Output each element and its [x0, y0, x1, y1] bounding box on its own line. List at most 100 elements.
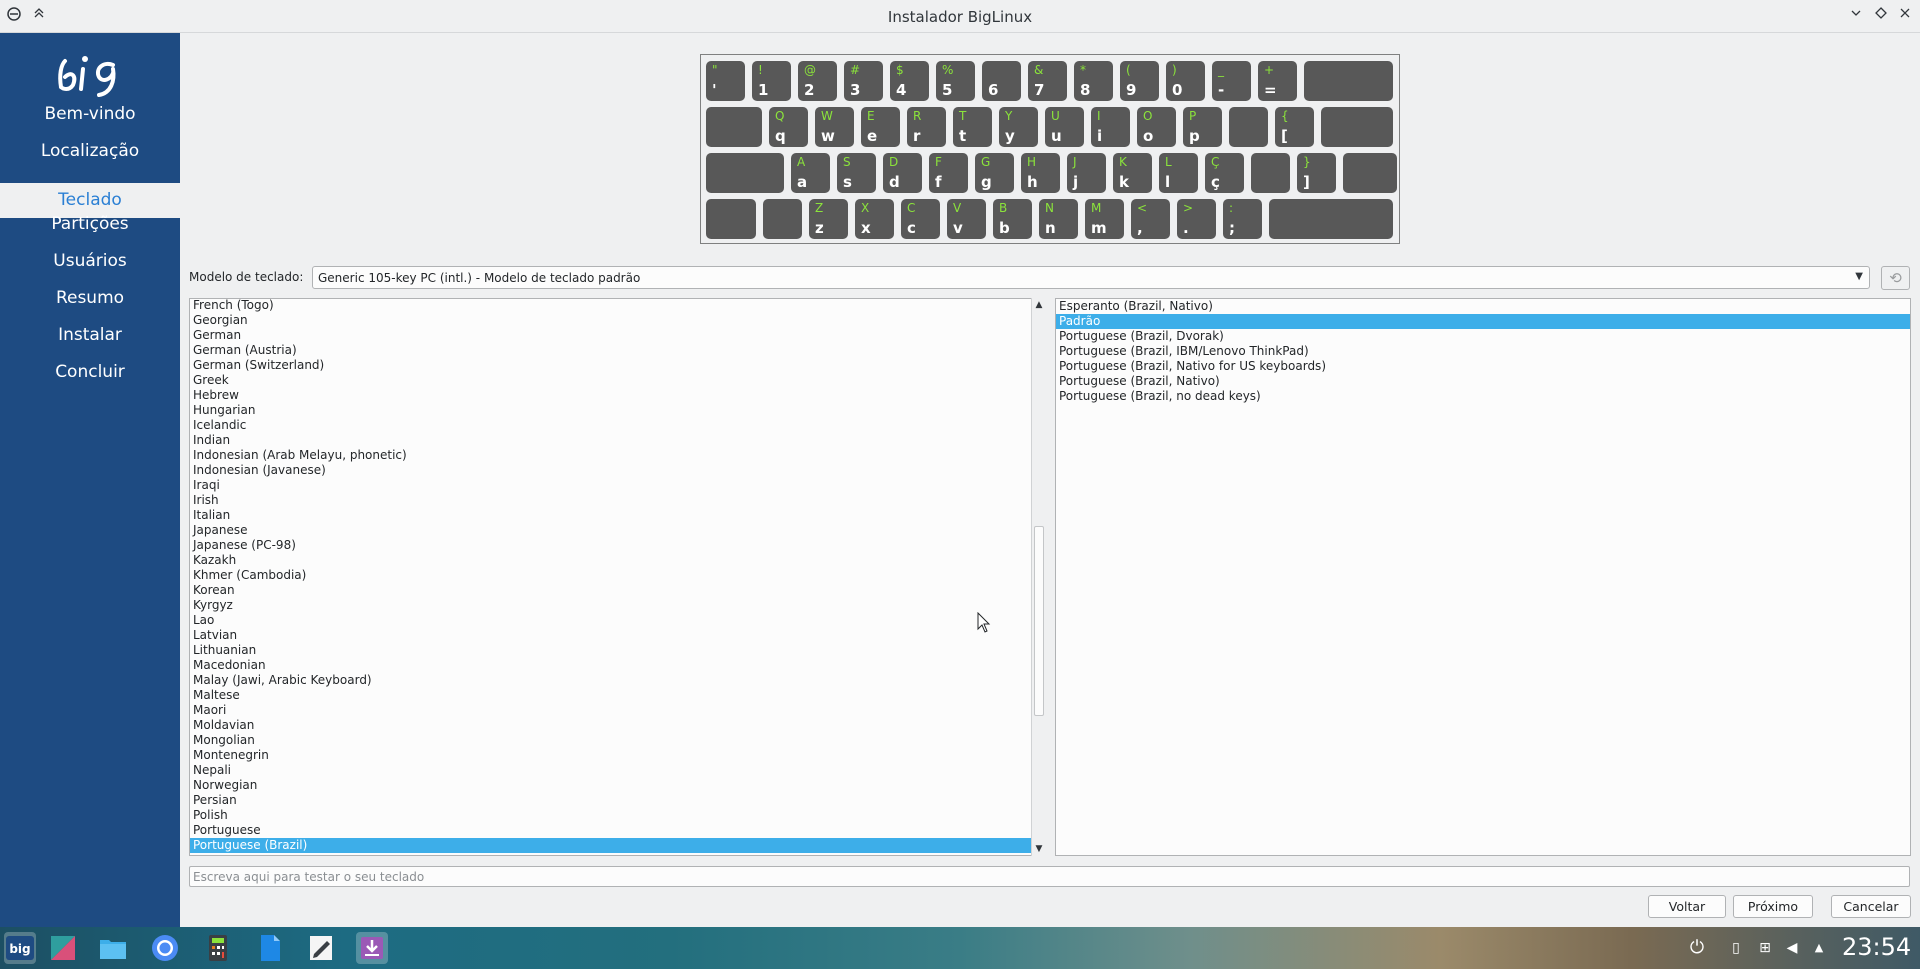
layout-list-item[interactable]: Lithuanian	[190, 643, 1044, 658]
layout-list-item[interactable]: Greek	[190, 373, 1044, 388]
sidebar-item-resumo[interactable]: Resumo	[0, 281, 180, 316]
layout-list-item[interactable]: German	[190, 328, 1044, 343]
layout-list-item[interactable]: Khmer (Cambodia)	[190, 568, 1044, 583]
keyboard-key: Hh	[1021, 153, 1060, 193]
window-title: Instalador BigLinux	[887, 8, 1033, 26]
layout-list-item[interactable]: Montenegrin	[190, 748, 1044, 763]
calculator-icon[interactable]	[202, 932, 234, 964]
keyboard-test-field[interactable]	[189, 866, 1910, 887]
keyboard-test-input[interactable]	[190, 867, 1909, 886]
chromium-icon[interactable]	[149, 932, 181, 964]
keyboard-key: + =	[1258, 61, 1297, 101]
volume-icon[interactable]: ◀	[1783, 939, 1801, 957]
layout-list-item[interactable]: Maltese	[190, 688, 1044, 703]
sidebar-item-instalar[interactable]: Instalar	[0, 318, 180, 353]
layout-list-item[interactable]: Portuguese (Brazil)	[190, 838, 1044, 853]
key-shift-label: *	[1080, 63, 1086, 77]
variant-list-item[interactable]: Portuguese (Brazil, IBM/Lenovo ThinkPad)	[1056, 344, 1910, 359]
text-editor-icon[interactable]	[305, 932, 337, 964]
layout-list-item[interactable]: Moldavian	[190, 718, 1044, 733]
layout-list-item[interactable]: Irish	[190, 493, 1044, 508]
key-shift-label: M	[1091, 201, 1102, 215]
layout-list-item[interactable]: Lao	[190, 613, 1044, 628]
layout-list-item[interactable]: Korean	[190, 583, 1044, 598]
layout-list-item[interactable]: Latvian	[190, 628, 1044, 643]
next-button[interactable]: Próximo	[1733, 895, 1813, 918]
layout-list-item[interactable]: Kazakh	[190, 553, 1044, 568]
variant-list[interactable]: Esperanto (Brazil, Nativo) Padrão Portugue…	[1055, 298, 1911, 856]
layout-list-item[interactable]: Macedonian	[190, 658, 1044, 673]
key-main-label: b	[999, 219, 1010, 237]
variant-list-item[interactable]: Portuguese (Brazil, Nativo)	[1056, 374, 1910, 389]
variant-list-item[interactable]: Portuguese (Brazil, Dvorak)	[1056, 329, 1910, 344]
variant-list-item[interactable]: Portuguese (Brazil, no dead keys)	[1056, 389, 1910, 404]
layout-list-item[interactable]: Mongolian	[190, 733, 1044, 748]
key-main-label: ,	[1137, 219, 1143, 237]
layout-list-item[interactable]: French (Togo)	[190, 299, 1044, 313]
scroll-down-icon[interactable]: ▼	[1032, 842, 1046, 856]
key-main-label: 7	[1034, 81, 1045, 99]
key-shift-label: $	[896, 63, 904, 77]
scrollbar-thumb[interactable]	[1034, 526, 1044, 716]
minimize-icon[interactable]	[1847, 7, 1865, 25]
layout-list-item[interactable]: Japanese (PC-98)	[190, 538, 1044, 553]
big-menu-icon[interactable]: big	[4, 932, 36, 964]
layout-list-item[interactable]: Maori	[190, 703, 1044, 718]
layout-list-item[interactable]: Norwegian	[190, 778, 1044, 793]
layout-list-item[interactable]: Malay (Jawi, Arabic Keyboard)	[190, 673, 1044, 688]
layout-list-item[interactable]: Icelandic	[190, 418, 1044, 433]
layout-list-item[interactable]: Hebrew	[190, 388, 1044, 403]
key-shift-label: %	[942, 63, 954, 77]
key-shift-label: Ç	[1211, 155, 1220, 169]
layout-list-item[interactable]: German (Switzerland)	[190, 358, 1044, 373]
close-icon[interactable]	[1896, 7, 1914, 25]
keyboard-key: Mm	[1085, 199, 1124, 239]
layout-list[interactable]: French (Togo) Georgian German German (Austr…	[189, 298, 1045, 856]
layout-list-item[interactable]: Italian	[190, 508, 1044, 523]
sidebar-item-bem-vindo[interactable]: Bem-vindo	[0, 97, 180, 132]
layout-list-item[interactable]: Portuguese	[190, 823, 1044, 838]
kate-icon[interactable]	[47, 932, 79, 964]
key-shift-label: {	[1281, 109, 1289, 123]
sidebar-item-particoes[interactable]: Partições	[0, 207, 180, 242]
installer-icon[interactable]	[356, 932, 388, 964]
keyboard-key	[1343, 153, 1397, 193]
layout-list-item[interactable]: Indian	[190, 433, 1044, 448]
layout-list-item[interactable]: German (Austria)	[190, 343, 1044, 358]
tray-expand-icon[interactable]: ▲	[1810, 939, 1828, 957]
layout-list-item[interactable]: Indonesian (Javanese)	[190, 463, 1044, 478]
keyboard-key: :;	[1223, 199, 1262, 239]
layout-list-item[interactable]: Nepali	[190, 763, 1044, 778]
variant-list-item[interactable]: Esperanto (Brazil, Nativo)	[1056, 299, 1910, 314]
reset-model-button[interactable]: ⟲	[1881, 266, 1910, 290]
sidebar-item-localizacao[interactable]: Localização	[0, 134, 180, 169]
scroll-up-icon[interactable]: ▲	[1032, 298, 1046, 312]
layout-list-item[interactable]: Georgian	[190, 313, 1044, 328]
variant-list-item[interactable]: Portuguese (Brazil, Nativo for US keyboa…	[1056, 359, 1910, 374]
key-main-label: y	[1005, 127, 1015, 145]
layout-list-item[interactable]: Kyrgyz	[190, 598, 1044, 613]
power-icon[interactable]: ⏻	[1688, 939, 1706, 957]
sidebar-item-concluir[interactable]: Concluir	[0, 355, 180, 390]
document-icon[interactable]	[254, 932, 286, 964]
cancel-button[interactable]: Cancelar	[1831, 895, 1911, 918]
refresh-icon: ⟲	[1889, 269, 1902, 287]
usb-icon[interactable]: ▯	[1727, 939, 1745, 957]
layout-list-item[interactable]: Iraqi	[190, 478, 1044, 493]
clock[interactable]: 23:54	[1842, 933, 1911, 961]
layout-list-item[interactable]: Hungarian	[190, 403, 1044, 418]
maximize-icon[interactable]	[1872, 7, 1890, 25]
key-shift-label: T	[959, 109, 967, 123]
layout-list-item[interactable]: Japanese	[190, 523, 1044, 538]
layout-list-item[interactable]: Persian	[190, 793, 1044, 808]
layout-list-scrollbar[interactable]: ▲ ▼	[1031, 298, 1045, 856]
layout-list-item[interactable]: Polish	[190, 808, 1044, 823]
variant-list-item[interactable]: Padrão	[1056, 314, 1910, 329]
sidebar-item-usuarios[interactable]: Usuários	[0, 244, 180, 279]
keyboard-model-select[interactable]: Generic 105-key PC (intl.) - Modelo de t…	[312, 266, 1870, 289]
files-icon[interactable]	[97, 932, 129, 964]
layout-list-item[interactable]: Indonesian (Arab Melayu, phonetic)	[190, 448, 1044, 463]
back-button[interactable]: Voltar	[1648, 895, 1726, 918]
network-icon[interactable]: ⊞	[1756, 939, 1774, 957]
keyboard-key: Gg	[975, 153, 1014, 193]
